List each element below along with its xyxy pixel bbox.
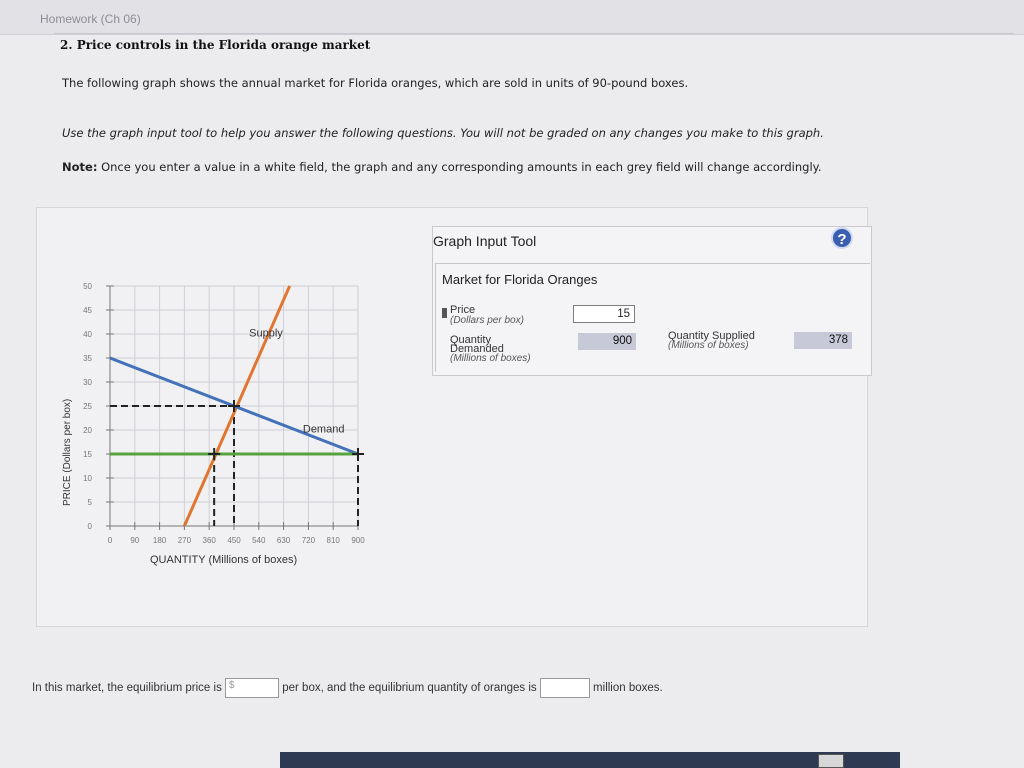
qd-sublabel: (Millions of boxes): [450, 353, 531, 364]
qs-value: 378: [794, 332, 852, 349]
answer-text-3: million boxes.: [589, 682, 663, 695]
answer-text-2: per box, and the equilibrium quantity of…: [279, 682, 540, 695]
market-graph[interactable]: 0 5 10 15 20 25 30 35 40 45 50 0 90 180 270 360 450 540 63…: [52, 280, 382, 580]
y-tick-label: 40: [83, 330, 92, 339]
x-tick-label: 720: [302, 536, 316, 545]
plus-marker: [352, 448, 364, 460]
note-label: Note:: [62, 160, 98, 174]
x-tick-label: 0: [108, 536, 113, 545]
note-body: Once you enter a value in a white field,…: [97, 160, 822, 174]
y-tick-label: 45: [83, 306, 92, 315]
x-tick-label: 630: [277, 536, 291, 545]
y-tick-label: 30: [83, 378, 92, 387]
x-axis-label: QUANTITY (Millions of boxes): [150, 554, 297, 566]
x-tick-label: 900: [351, 536, 365, 545]
taskbar: [280, 752, 900, 768]
market-title: Market for Florida Oranges: [442, 272, 598, 287]
qd-value: 900: [578, 333, 636, 350]
y-tick-label: 25: [83, 402, 92, 411]
x-tick-label: 270: [178, 536, 192, 545]
y-tick-label: 35: [83, 354, 92, 363]
market-box: Market for Florida Oranges Price (Dollar…: [435, 263, 870, 372]
supply-label: Supply: [249, 327, 283, 339]
homework-title: Homework (Ch 06): [40, 12, 141, 26]
demand-label: Demand: [303, 423, 345, 435]
x-tick-label: 450: [227, 536, 241, 545]
y-tick-label: 5: [88, 498, 93, 507]
y-tick-label: 10: [83, 474, 92, 483]
price-input[interactable]: 15: [573, 305, 635, 323]
taskbar-window-icon[interactable]: [818, 754, 844, 768]
x-tick-label: 810: [327, 536, 341, 545]
equilibrium-quantity-input[interactable]: [539, 678, 590, 698]
price-line-swatch: [442, 308, 447, 318]
y-tick-label: 50: [83, 282, 92, 291]
x-tick-label: 180: [153, 536, 167, 545]
header-bar: [0, 0, 1024, 35]
help-icon[interactable]: ?: [831, 227, 853, 249]
equilibrium-price-input[interactable]: $: [225, 678, 280, 698]
y-tick-label: 20: [83, 426, 92, 435]
note-text: Note: Once you enter a value in a white …: [62, 160, 821, 174]
y-tick-label: 0: [88, 522, 93, 531]
qs-sublabel: (Millions of boxes): [668, 340, 749, 351]
dollar-prefix: $: [229, 680, 235, 691]
x-tick-label: 360: [203, 536, 217, 545]
homework-page: Homework (Ch 06) 2. Price controls in th…: [0, 0, 1024, 768]
chart-svg[interactable]: 0 5 10 15 20 25 30 35 40 45 50 0 90 180 270 360 450 540 63…: [52, 280, 382, 580]
divider: [54, 33, 1014, 34]
y-axis-label: PRICE (Dollars per box): [62, 399, 73, 506]
instruction-text: Use the graph input tool to help you ans…: [62, 126, 824, 140]
price-sublabel: (Dollars per box): [450, 315, 524, 326]
x-tick-label: 540: [252, 536, 266, 545]
answer-text-1: In this market, the equilibrium price is: [32, 682, 226, 695]
graph-input-tool: Graph Input Tool ? Market for Florida Or…: [432, 226, 872, 376]
question-title: 2. Price controls in the Florida orange …: [60, 38, 371, 52]
y-tick-label: 15: [83, 450, 92, 459]
tool-title: Graph Input Tool: [433, 233, 537, 249]
x-tick-label: 90: [130, 536, 139, 545]
intro-text: The following graph shows the annual mar…: [62, 76, 689, 90]
answer-sentence: In this market, the equilibrium price is…: [32, 678, 663, 698]
